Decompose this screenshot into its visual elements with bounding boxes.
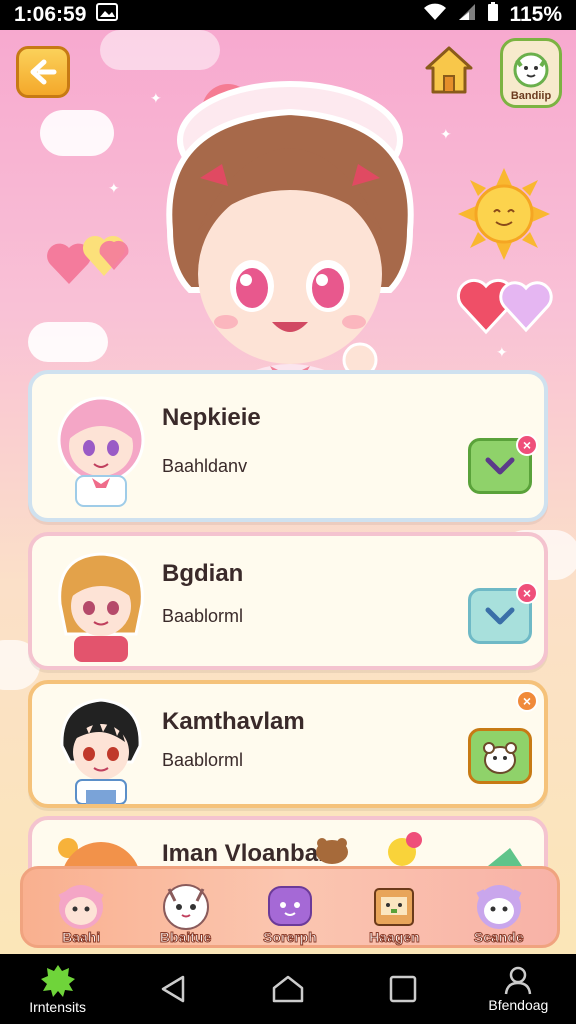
- hearts-decoration-icon: [44, 220, 134, 290]
- cloud-decoration: [40, 110, 114, 156]
- bottom-tab-bar: Baahi Bbaitue Sorerph Haagen Scande: [20, 866, 560, 948]
- back-button[interactable]: [16, 46, 70, 98]
- character-status: Baahldanv: [162, 456, 248, 476]
- character-card[interactable]: Kamthavlam Baablorml ×: [28, 680, 548, 808]
- sparkle-icon: ✦: [108, 180, 120, 196]
- battery-icon: [487, 2, 499, 28]
- app-screen: ✦ ✦ ✦ ✦ Bandiip Nepkieie Baahldanv × Bgd…: [0, 30, 576, 954]
- badge-label: Bandiip: [510, 90, 552, 102]
- nav-profile-button[interactable]: Bfendoag: [463, 954, 573, 1024]
- character-avatar: [46, 544, 156, 664]
- tab-label: Haagen: [369, 929, 421, 946]
- character-name: Bgdian: [162, 560, 244, 587]
- notification-dot-icon: ×: [516, 582, 538, 604]
- nav-right-label: Bfendoag: [488, 997, 549, 1013]
- pink-cat-icon: [58, 885, 104, 929]
- character-status: Baablorml: [162, 606, 244, 626]
- tab-label: Baahi: [62, 929, 101, 946]
- hearts-decoration-icon: [456, 266, 556, 336]
- check-icon: [485, 457, 515, 475]
- character-avatar: [46, 390, 156, 510]
- nav-left-label: Irntensits: [29, 999, 86, 1015]
- gallery-notification-icon: [96, 3, 119, 27]
- pet-badge-icon: [513, 52, 549, 88]
- back-arrow-icon: [30, 59, 57, 85]
- back-triangle-icon: [161, 975, 185, 1003]
- pet-button[interactable]: [468, 728, 532, 784]
- tab-haagen[interactable]: Haagen: [346, 869, 442, 946]
- hero-character-illustration: [140, 60, 440, 400]
- home-outline-icon: [272, 975, 304, 1003]
- system-nav-bar: Irntensits Bfendoag: [0, 954, 576, 1024]
- character-name: Iman Vloanbah: [162, 840, 333, 867]
- box-character-icon: [374, 888, 415, 926]
- sun-decoration-icon: [456, 166, 552, 262]
- nav-recents-button[interactable]: [348, 954, 458, 1024]
- tab-scande[interactable]: Scande: [451, 869, 547, 946]
- nav-back-button[interactable]: [118, 954, 228, 1024]
- tab-bbaitue[interactable]: Bbaitue: [138, 869, 234, 946]
- notification-dot-icon: ×: [516, 690, 538, 712]
- character-avatar: [46, 690, 156, 804]
- recents-square-icon: [389, 975, 417, 1003]
- notification-dot-icon: ×: [516, 434, 538, 456]
- character-name: Kamthavlam: [162, 708, 305, 735]
- check-icon: [485, 607, 515, 625]
- nav-home-button[interactable]: [233, 954, 343, 1024]
- purple-blob-icon: [267, 886, 312, 926]
- character-card[interactable]: Nepkieie Baahldanv ×: [28, 370, 548, 522]
- lavender-cat-icon: [476, 885, 522, 929]
- character-name: Nepkieie: [162, 404, 261, 431]
- tab-label: Sorerph: [263, 929, 318, 946]
- character-card[interactable]: Bgdian Baablorml ×: [28, 532, 548, 670]
- profile-icon: [505, 966, 532, 995]
- sparkle-icon: ✦: [496, 344, 508, 360]
- tab-label: Scande: [473, 929, 524, 946]
- sparkle-icon: ✦: [440, 126, 452, 142]
- tab-sorerph[interactable]: Sorerph: [242, 869, 338, 946]
- nav-app-shortcut[interactable]: Irntensits: [3, 954, 113, 1024]
- tab-label: Bbaitue: [159, 929, 212, 946]
- status-bar: 1:06:59 115%: [0, 0, 576, 30]
- green-splat-icon: [40, 965, 75, 997]
- tab-baahi[interactable]: Baahi: [33, 869, 129, 946]
- white-cat-icon: [162, 884, 209, 930]
- profile-badge-button[interactable]: Bandiip: [500, 38, 562, 108]
- cloud-decoration: [28, 322, 108, 362]
- status-time: 1:06:59: [14, 3, 87, 26]
- battery-percent: 115%: [509, 3, 562, 26]
- wifi-icon: [423, 3, 447, 27]
- signal-icon: [457, 3, 477, 27]
- pet-icon: [483, 742, 517, 774]
- character-status: Baablorml: [162, 750, 244, 770]
